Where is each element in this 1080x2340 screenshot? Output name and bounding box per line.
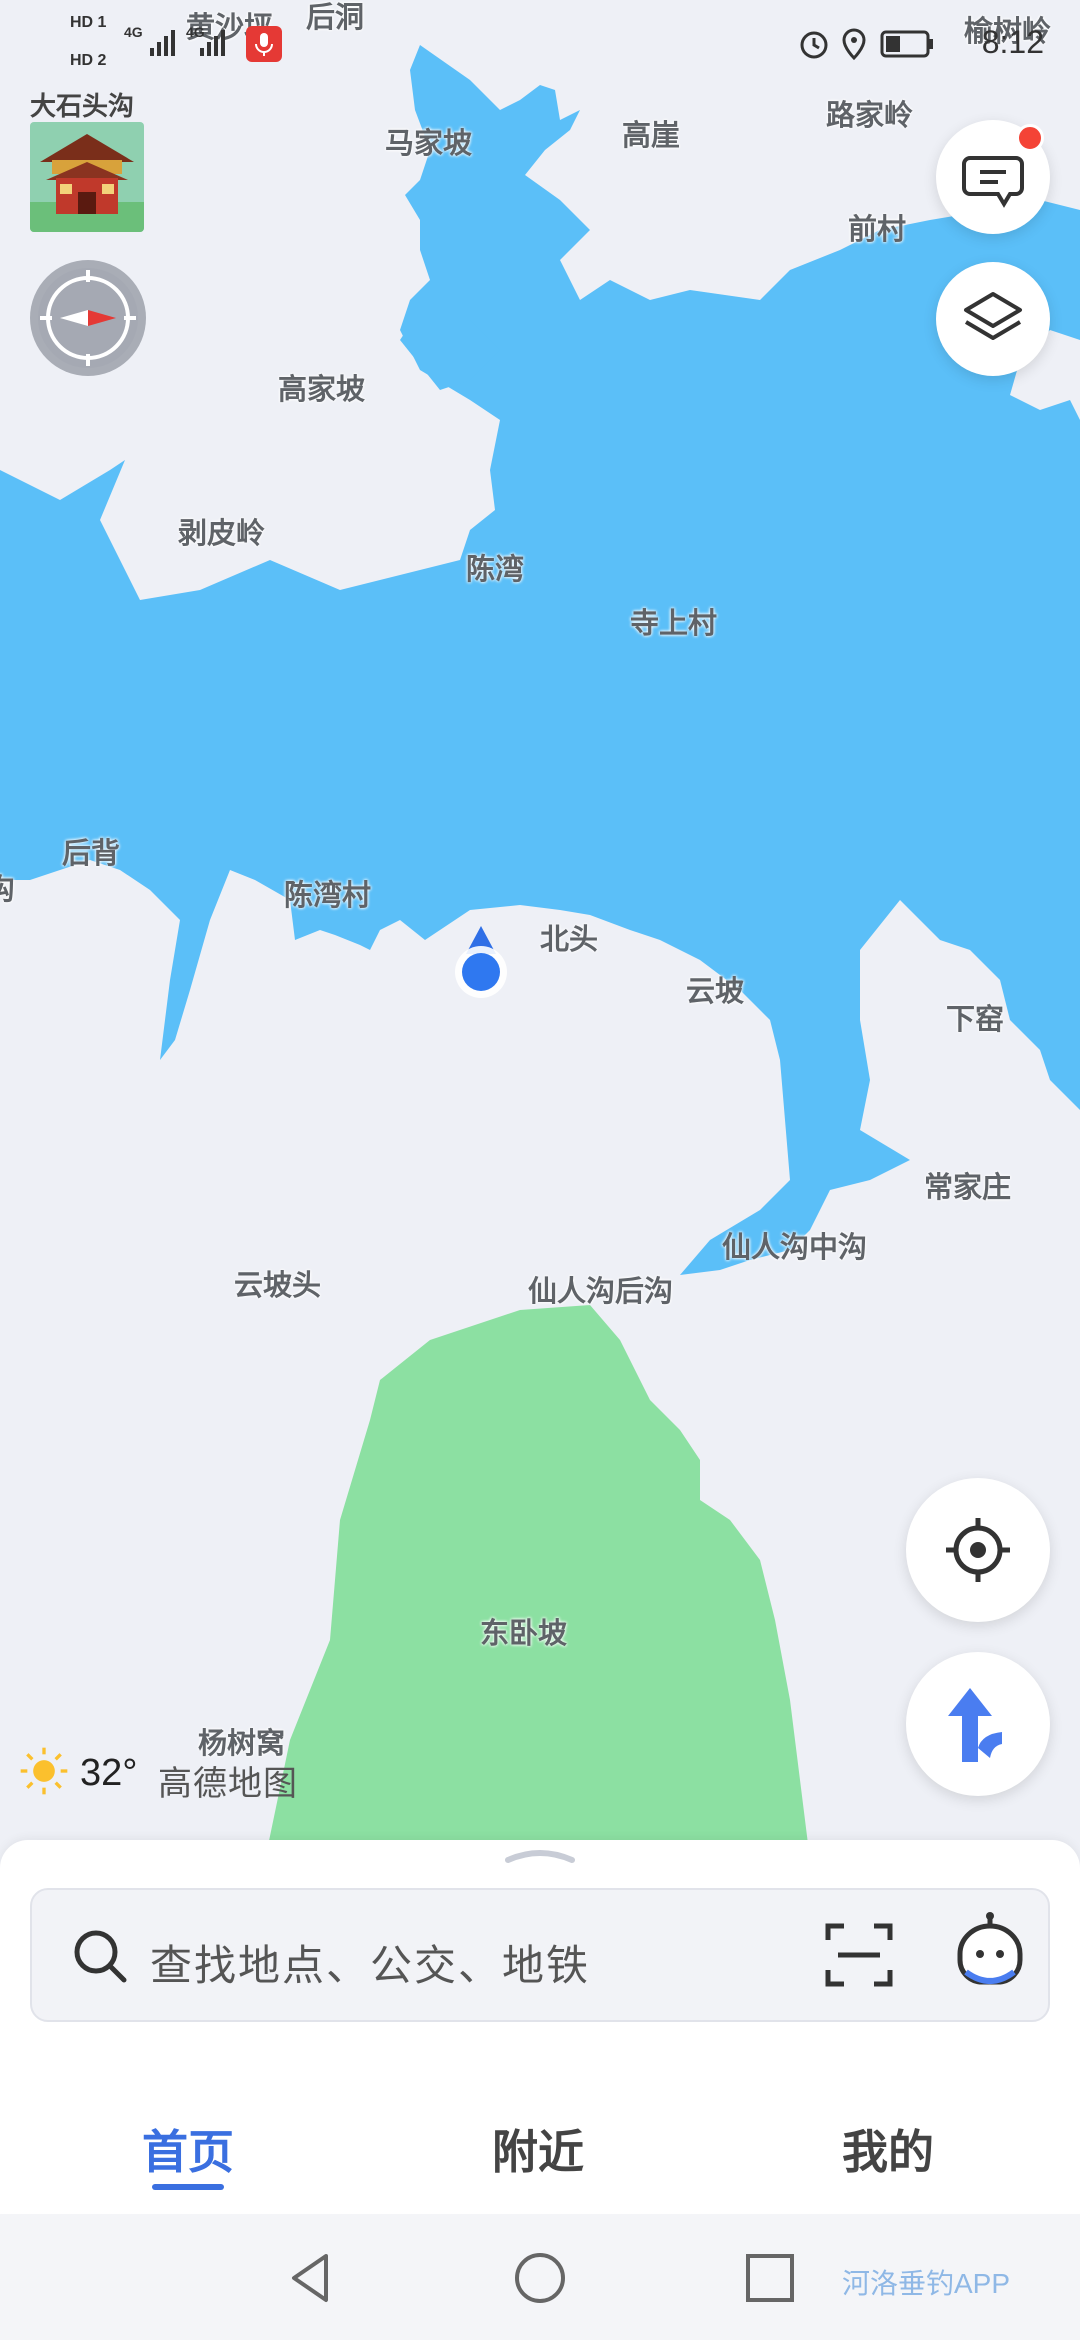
forest-area — [265, 1305, 810, 1860]
tab-active-indicator — [152, 2184, 224, 2190]
current-location-icon — [455, 926, 507, 998]
clock: 8:12 — [981, 24, 1044, 60]
assistant-icon[interactable] — [948, 1908, 1032, 1992]
scan-icon[interactable] — [824, 1920, 894, 1990]
map-label: 云坡 — [686, 976, 745, 1008]
watermark: 河洛垂钓APP — [842, 2268, 1011, 2299]
notification-dot — [1016, 124, 1044, 152]
map-label: 高崖 — [622, 120, 681, 152]
compass-icon — [38, 268, 138, 368]
map-label: 仙人沟后沟 — [528, 1276, 674, 1308]
status-icons — [800, 28, 933, 61]
map-label: 东卧坡 — [480, 1618, 568, 1650]
map-label: 马家坡 — [385, 128, 473, 160]
tab-nearby[interactable]: 附近 — [492, 2116, 584, 2182]
microphone-icon — [246, 26, 282, 62]
place-title[interactable]: 大石头沟 — [30, 86, 134, 123]
map-label: 陈湾 — [466, 554, 525, 586]
tab-mine[interactable]: 我的 — [842, 2116, 934, 2182]
map-label: 常家庄 — [924, 1172, 1012, 1204]
map-brand-logo: 高德地图 — [158, 1765, 298, 1803]
sheet-handle-icon[interactable] — [504, 1846, 576, 1864]
signal-icon — [150, 30, 225, 56]
lake-water — [0, 45, 1080, 1275]
map-label: 沟 — [0, 874, 16, 906]
map-label: 剥皮岭 — [178, 518, 266, 550]
map-label: 路家岭 — [826, 100, 914, 132]
locate-button[interactable] — [906, 1478, 1050, 1622]
network-type-1: 4G — [124, 24, 143, 40]
back-icon[interactable] — [280, 2248, 340, 2308]
layers-icon — [964, 292, 1022, 340]
search-icon — [74, 1930, 127, 1983]
route-button[interactable] — [906, 1652, 1050, 1796]
tab-home[interactable]: 首页 — [142, 2116, 234, 2182]
map-label: 陈湾村 — [284, 880, 372, 912]
messages-button[interactable] — [936, 120, 1050, 234]
map-label: 下窑 — [946, 1004, 1005, 1036]
search-input[interactable]: 查找地点、公交、地铁 — [150, 1932, 590, 1993]
hd1-indicator: HD 1 — [70, 14, 107, 31]
route-arrow-icon — [948, 1688, 1002, 1762]
temple-icon — [30, 122, 144, 232]
status-bar: HD 1 HD 2 4G 4G 8:12 — [0, 0, 1080, 69]
map-label: 云坡头 — [234, 1270, 322, 1302]
compass-button[interactable] — [30, 260, 146, 376]
temple-thumbnail[interactable] — [30, 122, 144, 232]
map-label: 后背 — [62, 838, 121, 870]
recents-icon[interactable] — [744, 2252, 796, 2304]
map-label: 仙人沟中沟 — [722, 1232, 868, 1264]
map-label: 前村 — [848, 214, 907, 246]
weather-temperature[interactable]: 32° — [80, 1752, 137, 1795]
map-label: 北头 — [540, 924, 599, 956]
sun-icon — [20, 1747, 68, 1795]
crosshair-icon — [946, 1518, 1010, 1582]
map-label: 寺上村 — [630, 608, 718, 640]
hd2-indicator: HD 2 — [70, 52, 107, 69]
map-label: 高家坡 — [278, 374, 366, 406]
layers-button[interactable] — [936, 262, 1050, 376]
home-icon[interactable] — [512, 2250, 568, 2306]
